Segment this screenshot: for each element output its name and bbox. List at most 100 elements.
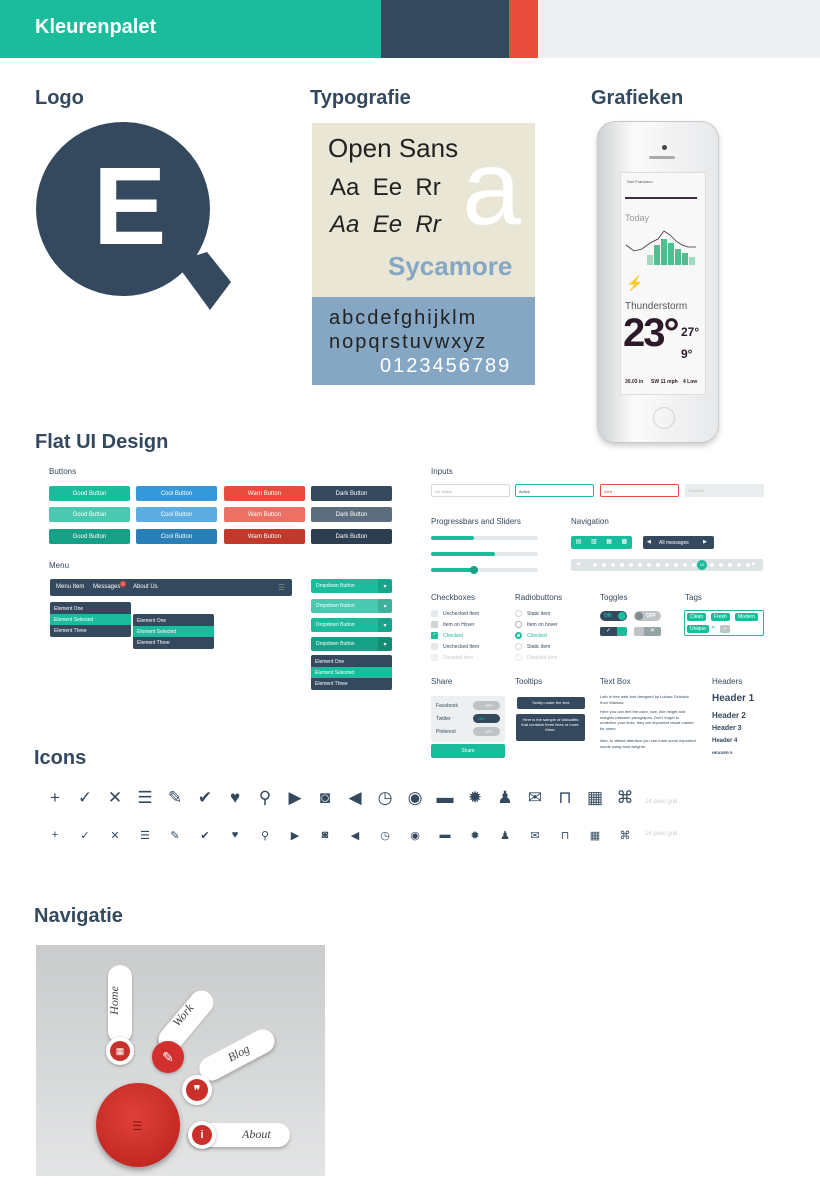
pagination-dot[interactable] (602, 563, 606, 567)
pagination-dot[interactable] (656, 563, 660, 567)
chevron-left-icon[interactable]: ◀ (647, 539, 651, 545)
button-1-1[interactable]: Good Button (49, 486, 130, 501)
submenu-2-item-2[interactable]: Element Selected (133, 626, 214, 637)
home-icon[interactable]: ▦ (106, 1037, 134, 1065)
button-2-2[interactable]: Cool Button (136, 507, 217, 522)
pagination-dot[interactable] (692, 563, 696, 567)
grid-icon[interactable]: ▤ (571, 536, 586, 549)
submenu-1-item-1[interactable]: Element One (50, 603, 131, 614)
pagination-dot[interactable] (620, 563, 624, 567)
menu-item-about[interactable]: About Us (133, 584, 158, 590)
pagination-dot[interactable] (638, 563, 642, 567)
pagination-dot[interactable] (674, 563, 678, 567)
share-toggle-pinterest[interactable]: OFF (473, 727, 500, 736)
main-menu-button[interactable]: ☰ (96, 1083, 180, 1167)
dropdown-button-2[interactable]: Dropdown Button ▾ (311, 599, 392, 613)
pagination-dot[interactable] (629, 563, 633, 567)
checkbox-item[interactable]: Unchecked Item (431, 610, 479, 617)
nav-pill-home[interactable]: Home (107, 965, 132, 1043)
dropdown-item-2[interactable]: Element Selected (311, 667, 392, 678)
digits-line: 0123456789 (380, 355, 512, 377)
radio[interactable] (515, 610, 522, 617)
button-3-1[interactable]: Warn Button (224, 486, 305, 501)
share-button[interactable]: Share (431, 744, 505, 758)
pagination-dot[interactable] (710, 563, 714, 567)
radio-item[interactable]: Static item (515, 643, 550, 650)
blog-quote-icon[interactable]: ❞ (182, 1075, 212, 1105)
radio[interactable] (515, 621, 522, 628)
pagination-dot[interactable] (719, 563, 723, 567)
menu-item-messages[interactable]: Messages (93, 584, 120, 590)
checkbox-item[interactable]: Unchecked Item (431, 643, 479, 650)
progress-bar-2 (431, 552, 538, 556)
button-4-2[interactable]: Dark Button (311, 507, 392, 522)
submenu-1-item-3[interactable]: Element Three (50, 625, 131, 636)
button-3-3[interactable]: Warn Button (224, 529, 305, 544)
slider[interactable] (431, 566, 538, 574)
checkbox-item[interactable]: Item on Hover (431, 621, 474, 628)
pagination-dot[interactable] (593, 563, 597, 567)
button-2-3[interactable]: Cool Button (136, 529, 217, 544)
pagination-dot[interactable] (728, 563, 732, 567)
input-alert[interactable]: Alert (600, 484, 679, 497)
tag[interactable]: Fresh (711, 613, 730, 621)
list-icon[interactable]: ▥ (586, 536, 601, 549)
toggle-on[interactable]: ON (600, 611, 627, 621)
share-toggle-twitter[interactable]: ON (473, 714, 500, 723)
menu-item-1[interactable]: Menu Item (56, 584, 84, 590)
pagination-next[interactable]: ▶ (752, 561, 756, 567)
checkbox-checked[interactable]: ✓ (431, 632, 438, 639)
toggle-check-off[interactable]: ✕ (634, 627, 661, 636)
share-toggle-facebook[interactable]: OFF (473, 701, 500, 710)
button-4-1[interactable]: Dark Button (311, 486, 392, 501)
pagination-dot[interactable] (665, 563, 669, 567)
radio-item[interactable]: Item on hover (515, 621, 558, 628)
weather-chart (625, 230, 696, 265)
checkbox[interactable] (431, 621, 438, 628)
slider-handle[interactable] (470, 566, 478, 574)
button-3-2[interactable]: Warn Button (224, 507, 305, 522)
button-4-3[interactable]: Dark Button (311, 529, 392, 544)
submenu-2-item-1[interactable]: Element One (133, 615, 214, 626)
about-info-icon[interactable]: i (188, 1121, 216, 1149)
input-ux-active[interactable]: UX Active (431, 484, 510, 497)
tag[interactable]: Modern (735, 613, 758, 621)
nav-pill-blog[interactable]: Blog (195, 1025, 279, 1085)
columns-icon[interactable]: ▦ (602, 536, 617, 549)
pagination-dot[interactable] (683, 563, 687, 567)
button-1-2[interactable]: Good Button (49, 507, 130, 522)
toggle-check-on[interactable]: ✓ (600, 627, 627, 636)
dropdown-button-3[interactable]: Dropdown Button ▾ (311, 618, 392, 632)
dropdown-item-3[interactable]: Element Three (311, 678, 392, 689)
pagination-dot[interactable] (647, 563, 651, 567)
submenu-2-item-3[interactable]: Element Three (133, 637, 214, 648)
pagination-dot[interactable] (737, 563, 741, 567)
radio-item[interactable]: Checked (515, 632, 547, 639)
input-active[interactable]: Active (515, 484, 594, 497)
checkbox[interactable] (431, 643, 438, 650)
tag[interactable]: Unique (687, 625, 709, 633)
brush-icon[interactable]: ✎ (152, 1041, 184, 1073)
menu-list-icon[interactable]: ☰ (278, 583, 285, 592)
tag[interactable]: Clean (687, 613, 707, 621)
pagination-prev[interactable]: ◀ (576, 561, 580, 567)
dropdown-button-1[interactable]: Dropdown Button ▾ (311, 579, 392, 593)
toggle-off[interactable]: OFF (634, 611, 661, 621)
tiles-icon[interactable]: ▩ (617, 536, 632, 549)
pagination-current[interactable]: 10 (697, 560, 707, 570)
pagination-dot[interactable] (611, 563, 615, 567)
submenu-1-item-2[interactable]: Element Selected (50, 614, 131, 625)
dropdown-item-1[interactable]: Element One (311, 656, 392, 667)
button-1-3[interactable]: Good Button (49, 529, 130, 544)
tag-remove-icon[interactable]: ✕ (711, 625, 715, 631)
radio-checked[interactable] (515, 632, 522, 639)
dropdown-button-4[interactable]: Dropdown Button ▾ (311, 637, 392, 651)
radio[interactable] (515, 643, 522, 650)
tag-add-icon[interactable]: + (720, 625, 730, 633)
button-2-1[interactable]: Cool Button (136, 486, 217, 501)
checkbox[interactable] (431, 610, 438, 617)
pagination-dot[interactable] (746, 563, 750, 567)
radio-item[interactable]: Static item (515, 610, 550, 617)
checkbox-item[interactable]: ✓ Checked (431, 632, 463, 639)
chevron-right-icon[interactable]: ▶ (703, 539, 707, 545)
